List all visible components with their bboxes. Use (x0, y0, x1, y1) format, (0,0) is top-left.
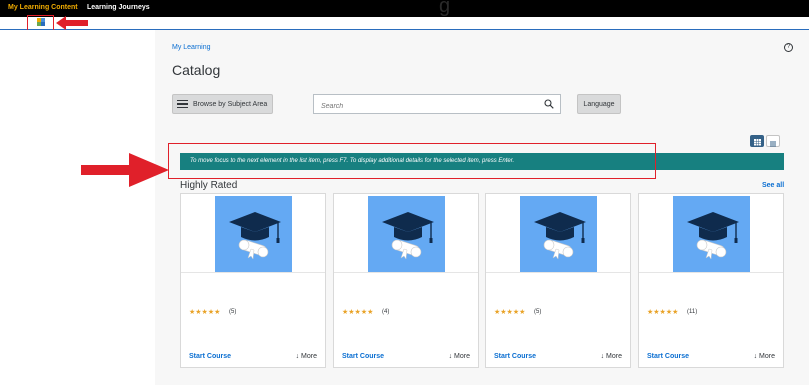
course-card[interactable]: ★★★★★ (5) Start Course ↓ More (485, 193, 631, 368)
page-title: Catalog (172, 62, 221, 78)
search-field[interactable] (313, 94, 561, 116)
tab-my-learning-content[interactable]: My Learning Content (8, 4, 78, 11)
tab-learning-journeys[interactable]: Learning Journeys (87, 4, 150, 11)
card-divider (181, 272, 325, 273)
search-icon[interactable] (544, 99, 554, 109)
annotation-arrow-left (56, 16, 88, 30)
graduation-cap-icon (382, 212, 434, 260)
course-thumbnail (215, 196, 292, 273)
section-title: Highly Rated (180, 180, 238, 191)
rating-count: (5) (229, 309, 237, 315)
annotation-arrow-right (81, 153, 169, 187)
course-thumbnail (673, 196, 750, 273)
graduation-cap-icon (687, 212, 739, 260)
left-sidebar (0, 30, 155, 385)
annotation-box-banner (168, 143, 656, 179)
see-all-link[interactable]: See all (762, 182, 784, 189)
more-button[interactable]: ↓ More (601, 353, 622, 360)
rating-count: (5) (534, 309, 542, 315)
grid-view-icon (754, 139, 761, 146)
more-button[interactable]: ↓ More (296, 353, 317, 360)
diploma-icon (238, 239, 269, 260)
course-thumbnail (368, 196, 445, 273)
start-course-link[interactable]: Start Course (342, 353, 384, 360)
breadcrumb[interactable]: My Learning (172, 44, 211, 51)
course-thumbnail (520, 196, 597, 273)
rating-stars: ★★★★★ (342, 309, 374, 316)
rating-stars: ★★★★★ (494, 309, 526, 316)
more-button[interactable]: ↓ More (449, 353, 470, 360)
hamburger-icon (177, 100, 188, 108)
search-input[interactable] (314, 97, 534, 116)
card-divider (639, 272, 783, 273)
card-divider (334, 272, 478, 273)
rating-stars: ★★★★★ (189, 309, 221, 316)
diploma-icon (391, 239, 422, 260)
browse-subject-label: Browse by Subject Area (193, 100, 268, 108)
card-divider (486, 272, 630, 273)
rating-stars: ★★★★★ (647, 309, 679, 316)
shell-title-fragment: g (439, 0, 451, 17)
course-card[interactable]: ★★★★★ (11) Start Course ↓ More (638, 193, 784, 368)
list-view-button[interactable] (766, 135, 780, 147)
rating-count: (11) (687, 309, 698, 315)
graduation-cap-icon (229, 212, 281, 260)
shell-bar: My Learning Content Learning Journeys (0, 0, 809, 17)
start-course-link[interactable]: Start Course (647, 353, 689, 360)
diploma-icon (543, 239, 574, 260)
start-course-link[interactable]: Start Course (189, 353, 231, 360)
diploma-icon (696, 239, 727, 260)
more-button[interactable]: ↓ More (754, 353, 775, 360)
graduation-cap-icon (534, 212, 586, 260)
course-card[interactable]: ★★★★★ (4) Start Course ↓ More (333, 193, 479, 368)
course-card[interactable]: ★★★★★ (5) Start Course ↓ More (180, 193, 326, 368)
rating-count: (4) (382, 309, 390, 315)
language-label: Language (583, 100, 615, 108)
list-view-icon (770, 141, 776, 147)
start-course-link[interactable]: Start Course (494, 353, 536, 360)
grid-view-button[interactable] (750, 135, 764, 147)
browse-subject-button[interactable]: Browse by Subject Area (172, 94, 273, 114)
language-button[interactable]: Language (577, 94, 621, 114)
help-icon[interactable]: ? (784, 43, 793, 52)
